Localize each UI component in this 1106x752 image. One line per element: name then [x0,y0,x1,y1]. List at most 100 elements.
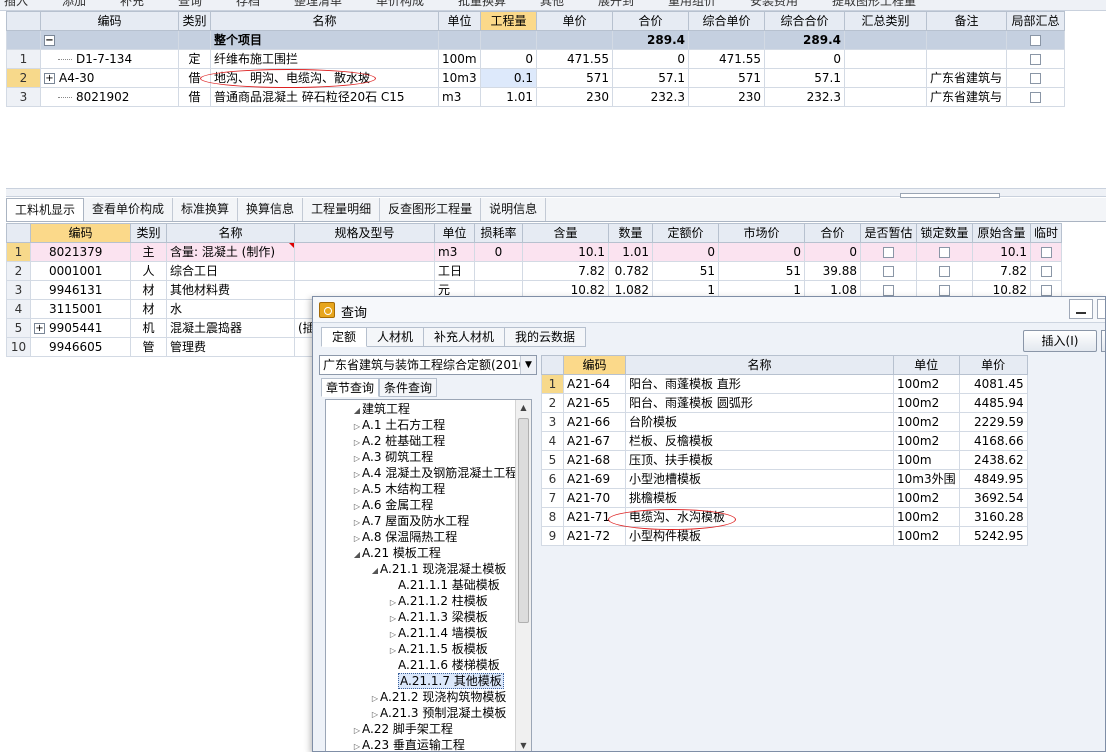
column-header[interactable]: 原始含量 [972,223,1031,243]
temp-checkbox[interactable] [1040,247,1052,258]
quota-price[interactable]: 4485.94 [958,393,1028,413]
insert-options-button[interactable] [1101,330,1105,352]
estimate-checkbox[interactable] [883,285,894,296]
quota-name[interactable]: 台阶模板 [625,412,894,432]
resource-type[interactable]: 材 [130,280,167,300]
column-header[interactable]: 单位 [434,223,475,243]
quota-name[interactable]: 压顶、扶手模板 [625,450,894,470]
item-remark[interactable] [926,49,1007,69]
quota-code[interactable]: A21-69 [563,469,626,489]
result-row[interactable]: 1 A21-64 阳台、雨蓬模板 直形 100m2 4081.45 [541,374,1028,394]
quota-name[interactable]: 电缆沟、水沟模板 [625,507,894,527]
resource-qty[interactable]: 0.782 [608,261,653,281]
quota-unit[interactable]: 100m2 [893,431,960,451]
column-header[interactable]: 名称 [210,11,439,31]
tree-node[interactable]: ▷ A.2 桩基础工程 [352,433,445,449]
quota-unit[interactable]: 100m2 [893,526,960,546]
tree-node[interactable]: ▷ A.6 金属工程 [352,497,433,513]
toolbar-button[interactable]: 批量换算 [458,0,506,9]
column-header[interactable]: 局部汇总 [1006,11,1065,31]
quota-unit[interactable]: 10m3外围 [893,469,960,489]
code-cell[interactable]: +9905441 [30,318,131,338]
item-name[interactable]: 纤维布施工围拦 [210,49,439,69]
quota-name[interactable]: 栏板、反檐模板 [625,431,894,451]
local-summary-cell[interactable] [1006,68,1065,88]
quota-price[interactable]: 3692.54 [958,488,1028,508]
estimate-cell[interactable] [860,242,917,262]
column-header[interactable]: 编码 [563,355,626,375]
local-summary-cell[interactable] [1006,30,1065,50]
estimate-cell[interactable] [860,261,917,281]
column-header[interactable]: 编码 [30,223,131,243]
code-cell[interactable]: 0001001 [30,261,131,281]
table-row[interactable]: 1 8021379 主含量: 混凝土 (制作) m3 0 10.1 1.01 0 0 0 10.1 [6,242,1063,262]
resource-content[interactable]: 10.1 [522,242,609,262]
resource-type[interactable]: 管 [130,337,167,357]
quota-library-select[interactable]: 广东省建筑与装饰工程综合定额(2010) ▼ [319,355,537,375]
result-row[interactable]: 5 A21-68 压顶、扶手模板 100m 2438.62 [541,450,1028,470]
code-cell[interactable]: 8021379 [30,242,131,262]
maximize-button[interactable] [1097,299,1105,319]
tree-node[interactable]: A.21.1.7 其他模板 [388,673,504,689]
result-row[interactable]: 9 A21-72 小型构件模板 100m2 5242.95 [541,526,1028,546]
resource-name[interactable]: 管理费 [166,337,295,357]
item-type[interactable]: 借 [178,68,211,88]
tree-node[interactable]: ▷ A.22 脚手架工程 [352,721,453,737]
resource-type[interactable]: 人 [130,261,167,281]
table-row[interactable]: 3 8021902 借普通商品混凝土 碎石粒径20石 C15 m3 1.01 230 232… [6,87,1065,107]
column-header[interactable]: 单位 [893,355,960,375]
item-type[interactable]: 借 [178,87,211,107]
resource-name[interactable]: 综合工日 [166,261,295,281]
local-summary-checkbox[interactable] [1030,73,1041,84]
lock-qty-cell[interactable] [916,242,973,262]
quota-name[interactable]: 阳台、雨蓬模板 直形 [625,374,894,394]
resource-content[interactable]: 7.82 [522,261,609,281]
resource-type[interactable]: 机 [130,318,167,338]
item-qty[interactable]: 0 [480,49,537,69]
tree-node[interactable]: ▷ A.5 木结构工程 [352,481,445,497]
column-header[interactable]: 定额价 [652,223,719,243]
tab-0[interactable]: 工料机显示 [6,198,85,221]
quota-code[interactable]: A21-67 [563,431,626,451]
dialog-tab-0[interactable]: 定额 [321,327,368,347]
column-header[interactable]: 临时 [1029,223,1063,243]
toolbar-button[interactable]: 存档 [236,0,260,9]
local-summary-checkbox[interactable] [1030,54,1041,65]
tree-node[interactable]: ▷ A.1 土石方工程 [352,417,445,433]
toolbar-button[interactable]: 展开到 [598,0,634,9]
resource-market-price[interactable]: 0 [718,242,805,262]
tree-node[interactable]: ◢ 建筑工程 [352,401,410,417]
column-header[interactable] [6,11,41,31]
group-row[interactable]: − 整个项目 289.4 289.4 [6,30,1065,50]
local-summary-checkbox[interactable] [1030,35,1041,46]
toolbar-button[interactable]: 其他 [540,0,564,9]
column-header[interactable]: 备注 [926,11,1007,31]
toolbar-button[interactable]: 插入 [4,0,28,9]
expand-icon[interactable]: + [44,73,55,84]
column-header[interactable]: 类别 [130,223,167,243]
quota-code[interactable]: A21-65 [563,393,626,413]
quota-price[interactable]: 4081.45 [958,374,1028,394]
table-row[interactable]: 2 + A4-30 借地沟、明沟、电缆沟、散水坡 10m3 0.1 571 57.1 571 57… [6,68,1065,88]
tree-node[interactable]: A.21.1.6 楼梯模板 [388,657,500,673]
item-name[interactable]: 普通商品混凝土 碎石粒径20石 C15 [210,87,439,107]
expand-icon[interactable]: + [34,323,45,334]
group-toggle-cell[interactable]: − [40,30,179,50]
quota-unit[interactable]: 100m [893,450,960,470]
collapse-arrow-icon[interactable]: ◢ [352,547,362,563]
collapse-arrow-icon[interactable]: ◢ [370,563,380,579]
local-summary-checkbox[interactable] [1030,92,1041,103]
quota-code[interactable]: A21-66 [563,412,626,432]
tab-6[interactable]: 说明信息 [481,198,547,221]
resource-name[interactable]: 混凝土震捣器 [166,318,295,338]
code-cell[interactable]: 3115001 [30,299,131,319]
quota-price[interactable]: 2229.59 [958,412,1028,432]
tree-node[interactable]: ▷ A.4 混凝土及钢筋混凝土工程 [352,465,517,481]
column-header[interactable]: 编码 [40,11,179,31]
lock-qty-checkbox[interactable] [939,266,950,277]
result-row[interactable]: 2 A21-65 阳台、雨蓬模板 圆弧形 100m2 4485.94 [541,393,1028,413]
temp-cell[interactable] [1029,261,1063,281]
item-qty[interactable]: 1.01 [480,87,537,107]
estimate-checkbox[interactable] [883,247,894,258]
column-header[interactable]: 名称 [166,223,295,243]
